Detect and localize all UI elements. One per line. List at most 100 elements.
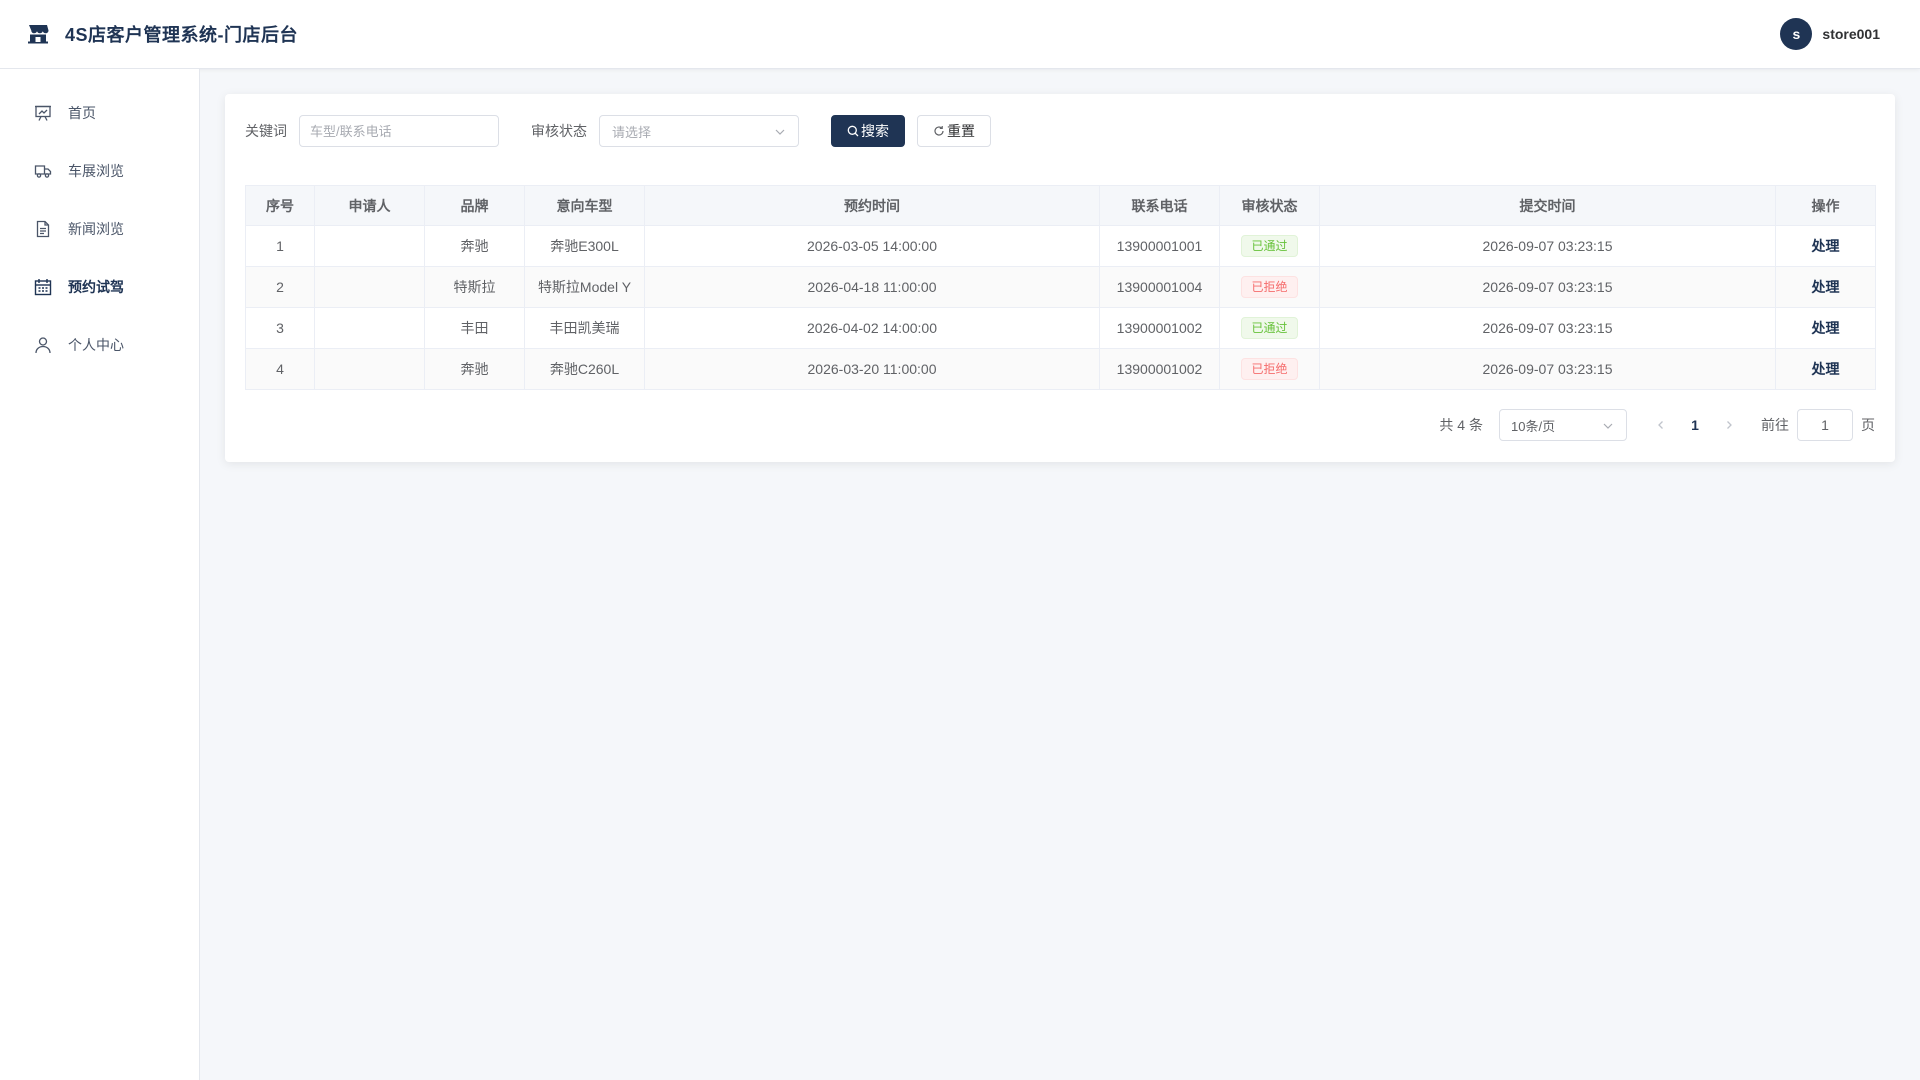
appointment-table: 序号 申请人 品牌 意向车型 预约时间 联系电话 审核状态 提交时间 操作 1 … <box>245 185 1876 390</box>
cell-applicant <box>314 266 425 308</box>
goto-page-input[interactable] <box>1797 409 1853 441</box>
cell-phone: 13900001004 <box>1099 266 1220 308</box>
chevron-left-icon <box>1658 421 1663 429</box>
table-row: 3 丰田 丰田凯美瑞 2026-04-02 14:00:00 139000010… <box>245 307 1876 349</box>
column-header[interactable]: 审核状态 <box>1219 185 1320 226</box>
top-header: 4S店客户管理系统-门店后台 s store001 <box>0 0 1920 69</box>
cell-action: 处理 <box>1775 266 1876 308</box>
reset-button-label: 重置 <box>947 123 975 139</box>
cell-status: 已通过 <box>1219 225 1320 267</box>
next-page-button[interactable] <box>1719 415 1739 435</box>
cell-action: 处理 <box>1775 348 1876 390</box>
prev-page-button[interactable] <box>1651 415 1671 435</box>
status-select[interactable]: 请选择 <box>599 115 799 147</box>
sidebar-item-label: 新闻浏览 <box>68 221 124 237</box>
sidebar-item-test-drive[interactable]: 预约试驾 <box>0 258 199 316</box>
cell-brand: 奔驰 <box>424 348 525 390</box>
sidebar-item-label: 预约试驾 <box>68 279 124 295</box>
cell-appointment-time: 2026-03-05 14:00:00 <box>644 225 1100 267</box>
table-row: 2 特斯拉 特斯拉Model Y 2026-04-18 11:00:00 139… <box>245 266 1876 308</box>
cell-phone: 13900001001 <box>1099 225 1220 267</box>
column-header[interactable]: 申请人 <box>314 185 425 226</box>
sidebar-item-home[interactable]: 首页 <box>0 84 199 142</box>
cell-index: 3 <box>245 307 315 349</box>
sidebar-item-profile[interactable]: 个人中心 <box>0 316 199 374</box>
chevron-right-icon <box>1727 421 1732 429</box>
sidebar-item-label: 车展浏览 <box>68 163 124 179</box>
document-icon <box>34 220 52 238</box>
cell-index: 4 <box>245 348 315 390</box>
store-icon <box>27 23 49 45</box>
chevron-down-icon <box>774 126 786 138</box>
cell-status: 已拒绝 <box>1219 348 1320 390</box>
cell-brand: 特斯拉 <box>424 266 525 308</box>
cell-status: 已通过 <box>1219 307 1320 349</box>
table-row: 1 奔驰 奔驰E300L 2026-03-05 14:00:00 1390000… <box>245 225 1876 267</box>
cell-appointment-time: 2026-04-18 11:00:00 <box>644 266 1100 308</box>
user-menu[interactable]: s store001 <box>1780 18 1880 50</box>
sidebar: 首页 车展浏览 新闻浏览 预约试驾 个人中心 <box>0 69 200 1080</box>
column-header[interactable]: 意向车型 <box>524 185 645 226</box>
reset-button[interactable]: 重置 <box>917 115 991 147</box>
cell-submit-time: 2026-09-07 03:23:15 <box>1319 348 1776 390</box>
user-icon <box>34 336 52 354</box>
cell-applicant <box>314 307 425 349</box>
status-badge: 已拒绝 <box>1241 276 1298 298</box>
cell-status: 已拒绝 <box>1219 266 1320 308</box>
status-label: 审核状态 <box>531 123 587 139</box>
sidebar-item-car-show[interactable]: 车展浏览 <box>0 142 199 200</box>
column-header[interactable]: 提交时间 <box>1319 185 1776 226</box>
truck-icon <box>34 162 52 180</box>
cell-index: 1 <box>245 225 315 267</box>
sidebar-item-news[interactable]: 新闻浏览 <box>0 200 199 258</box>
column-header[interactable]: 序号 <box>245 185 315 226</box>
goto-label: 前往 <box>1761 417 1789 433</box>
cell-phone: 13900001002 <box>1099 348 1220 390</box>
cell-submit-time: 2026-09-07 03:23:15 <box>1319 307 1776 349</box>
process-link[interactable]: 处理 <box>1812 361 1840 377</box>
avatar[interactable]: s <box>1780 18 1813 50</box>
sidebar-item-label: 首页 <box>68 105 96 121</box>
cell-model: 奔驰C260L <box>524 348 645 390</box>
logo: 4S店客户管理系统-门店后台 <box>27 21 298 47</box>
dashboard-icon <box>34 104 52 122</box>
status-badge: 已通过 <box>1241 235 1298 257</box>
sidebar-item-label: 个人中心 <box>68 337 124 353</box>
cell-model: 丰田凯美瑞 <box>524 307 645 349</box>
chevron-down-icon <box>1602 420 1614 432</box>
status-badge: 已通过 <box>1241 317 1298 339</box>
search-button[interactable]: 搜索 <box>831 115 905 147</box>
column-header[interactable]: 操作 <box>1775 185 1876 226</box>
status-select-placeholder: 请选择 <box>612 124 652 140</box>
column-header[interactable]: 预约时间 <box>644 185 1100 226</box>
page-size-value: 10条/页 <box>1511 418 1556 434</box>
cell-action: 处理 <box>1775 225 1876 267</box>
cell-phone: 13900001002 <box>1099 307 1220 349</box>
column-header[interactable]: 品牌 <box>424 185 525 226</box>
cell-submit-time: 2026-09-07 03:23:15 <box>1319 266 1776 308</box>
cell-applicant <box>314 225 425 267</box>
page-number-current[interactable]: 1 <box>1679 417 1711 433</box>
cell-model: 特斯拉Model Y <box>524 266 645 308</box>
refresh-icon <box>933 125 945 137</box>
page-size-select[interactable]: 10条/页 <box>1499 409 1627 441</box>
column-header[interactable]: 联系电话 <box>1099 185 1220 226</box>
search-icon <box>847 125 859 137</box>
search-button-label: 搜索 <box>861 123 889 139</box>
cell-brand: 丰田 <box>424 307 525 349</box>
calendar-icon <box>34 278 52 296</box>
pagination-total: 共 4 条 <box>1439 417 1483 433</box>
cell-appointment-time: 2026-04-02 14:00:00 <box>644 307 1100 349</box>
main-card: 关键词 审核状态 请选择 搜索 重置 序号 <box>225 94 1895 462</box>
keyword-input[interactable] <box>299 115 499 147</box>
username[interactable]: store001 <box>1822 26 1880 42</box>
cell-applicant <box>314 348 425 390</box>
process-link[interactable]: 处理 <box>1812 320 1840 336</box>
table-header-row: 序号 申请人 品牌 意向车型 预约时间 联系电话 审核状态 提交时间 操作 <box>245 185 1876 226</box>
table-row: 4 奔驰 奔驰C260L 2026-03-20 11:00:00 1390000… <box>245 348 1876 390</box>
cell-model: 奔驰E300L <box>524 225 645 267</box>
process-link[interactable]: 处理 <box>1812 279 1840 295</box>
process-link[interactable]: 处理 <box>1812 238 1840 254</box>
keyword-label: 关键词 <box>245 123 287 139</box>
filter-bar: 关键词 审核状态 请选择 搜索 重置 <box>245 115 991 147</box>
